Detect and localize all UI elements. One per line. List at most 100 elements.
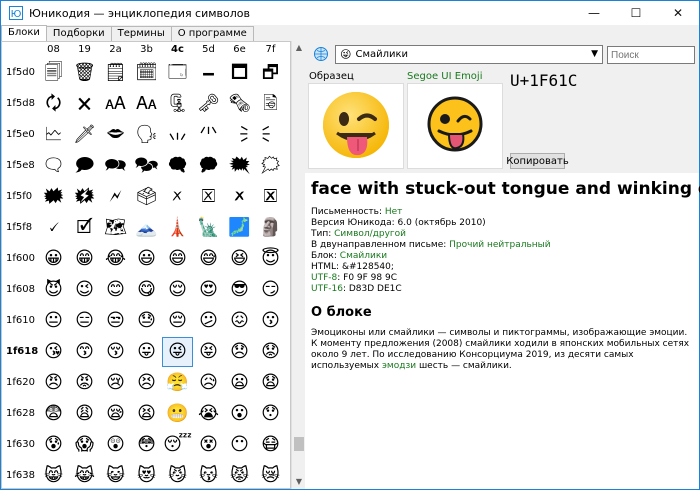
scroll-down-icon[interactable]: ▼ (292, 475, 306, 489)
character-cell[interactable]: 🗥 (193, 120, 224, 150)
character-cell[interactable]: 🗮 (224, 151, 255, 181)
character-cell[interactable]: 🗨 (38, 151, 69, 181)
character-cell[interactable]: 🗬 (162, 151, 193, 181)
block-link[interactable]: Смайлики (340, 251, 387, 261)
character-cell[interactable]: 😢 (100, 368, 131, 398)
character-cell[interactable]: 😈 (38, 275, 69, 305)
character-cell[interactable]: 😨 (38, 399, 69, 429)
character-cell[interactable]: 😑 (69, 306, 100, 336)
character-cell[interactable]: 🗢 (100, 120, 131, 150)
character-cell[interactable]: 🗚 (100, 89, 131, 119)
character-cell[interactable]: 🗴 (162, 182, 193, 212)
character-cell[interactable]: 😟 (255, 337, 286, 367)
character-cell[interactable]: 😠 (38, 368, 69, 398)
character-cell[interactable]: 😴 (162, 430, 193, 460)
character-cell[interactable]: 🗡 (69, 120, 100, 150)
character-cell[interactable]: 😁 (69, 244, 100, 274)
copy-button[interactable]: Копировать (506, 153, 569, 169)
character-cell[interactable]: 🗜 (162, 89, 193, 119)
character-cell[interactable]: 😅 (193, 244, 224, 274)
character-cell[interactable]: 😉 (69, 275, 100, 305)
character-cell[interactable]: 😳 (131, 430, 162, 460)
character-cell[interactable]: 😦 (224, 368, 255, 398)
utf8-link[interactable]: UTF-8 (311, 273, 337, 283)
character-cell[interactable]: 🗐 (38, 58, 69, 88)
character-cell[interactable]: 🗟 (255, 89, 286, 119)
character-cell[interactable]: 🗘 (38, 89, 69, 119)
character-cell[interactable]: 😍 (193, 275, 224, 305)
search-input[interactable] (607, 46, 695, 64)
character-cell[interactable]: 🗵 (193, 182, 224, 212)
character-cell[interactable]: 😪 (100, 399, 131, 429)
bidi-link[interactable]: Прочий нейтральный (449, 240, 551, 250)
character-cell[interactable]: 😩 (69, 399, 100, 429)
character-cell[interactable]: 🗳 (131, 182, 162, 212)
character-cell[interactable]: 😹 (69, 461, 100, 488)
character-cell[interactable]: 😖 (224, 306, 255, 336)
character-cell[interactable]: 🗽 (193, 213, 224, 243)
minimize-button[interactable]: — (573, 1, 615, 25)
font-link[interactable]: Segoe UI Emoji (407, 71, 482, 82)
character-cell[interactable]: 🗷 (255, 182, 286, 212)
character-cell[interactable]: 🗛 (131, 89, 162, 119)
character-cell[interactable]: 😷 (255, 430, 286, 460)
utf16-link[interactable]: UTF-16 (311, 284, 343, 294)
scroll-up-icon[interactable]: ▲ (292, 41, 306, 55)
tab-terms[interactable]: Термины (110, 26, 172, 41)
character-cell[interactable]: 😆 (224, 244, 255, 274)
character-cell[interactable]: 🗒 (100, 58, 131, 88)
character-cell[interactable]: 😘 (38, 337, 69, 367)
character-cell[interactable]: 😥 (193, 368, 224, 398)
character-cell[interactable]: 😲 (100, 430, 131, 460)
character-cell[interactable]: 😺 (100, 461, 131, 488)
tab-about[interactable]: О программе (170, 26, 254, 41)
character-cell[interactable]: 🗔 (162, 58, 193, 88)
character-cell[interactable]: 🗭 (193, 151, 224, 181)
character-cell[interactable]: 😊 (100, 275, 131, 305)
character-cell[interactable]: 🗶 (224, 182, 255, 212)
character-cell[interactable]: 😮 (224, 399, 255, 429)
character-cell[interactable]: 😎 (224, 275, 255, 305)
character-cell[interactable]: 😙 (69, 337, 100, 367)
character-cell[interactable]: 🗿 (255, 213, 286, 243)
character-cell[interactable]: 😏 (255, 275, 286, 305)
character-cell[interactable]: 🗕 (193, 58, 224, 88)
character-cell[interactable]: 😬 (162, 399, 193, 429)
type-link[interactable]: Символ/другой (334, 229, 406, 239)
character-cell[interactable]: 😣 (131, 368, 162, 398)
character-cell[interactable]: 😇 (255, 244, 286, 274)
character-cell[interactable]: 🗰 (38, 182, 69, 212)
character-cell[interactable]: 😋 (131, 275, 162, 305)
tab-collections[interactable]: Подборки (45, 26, 112, 41)
character-cell[interactable]: 😻 (131, 461, 162, 488)
close-button[interactable]: ✕ (657, 1, 699, 25)
character-cell[interactable]: 🗲 (100, 182, 131, 212)
character-cell[interactable]: 😾 (224, 461, 255, 488)
maximize-button[interactable]: ☐ (615, 1, 657, 25)
character-cell-selected[interactable]: 😜 (162, 337, 193, 367)
character-cell[interactable]: 🗱 (69, 182, 100, 212)
grid-scrollbar[interactable]: ▲ ▼ (291, 41, 305, 489)
tab-blocks[interactable]: Блоки (1, 25, 47, 42)
character-cell[interactable]: 😃 (131, 244, 162, 274)
character-cell[interactable]: 😚 (100, 337, 131, 367)
character-cell[interactable]: 🗫 (131, 151, 162, 181)
character-cell[interactable]: 🗓 (131, 58, 162, 88)
character-cell[interactable]: 🗗 (255, 58, 286, 88)
character-cell[interactable]: 😱 (69, 430, 100, 460)
character-cell[interactable]: 🗙 (69, 89, 100, 119)
character-cell[interactable]: 😧 (255, 368, 286, 398)
character-cell[interactable]: 🗣 (131, 120, 162, 150)
character-cell[interactable]: 😓 (131, 306, 162, 336)
character-cell[interactable]: 🗻 (131, 213, 162, 243)
character-cell[interactable]: 😕 (193, 306, 224, 336)
character-cell[interactable]: 😶 (224, 430, 255, 460)
scroll-thumb[interactable] (294, 437, 304, 451)
character-cell[interactable]: 🗦 (224, 120, 255, 150)
character-cell[interactable]: 🗪 (100, 151, 131, 181)
character-cell[interactable]: 😤 (162, 368, 193, 398)
character-cell[interactable]: 😗 (255, 306, 286, 336)
character-cell[interactable]: 🗸 (38, 213, 69, 243)
character-cell[interactable]: 😸 (38, 461, 69, 488)
emoji-link[interactable]: эмодзи (382, 361, 416, 371)
